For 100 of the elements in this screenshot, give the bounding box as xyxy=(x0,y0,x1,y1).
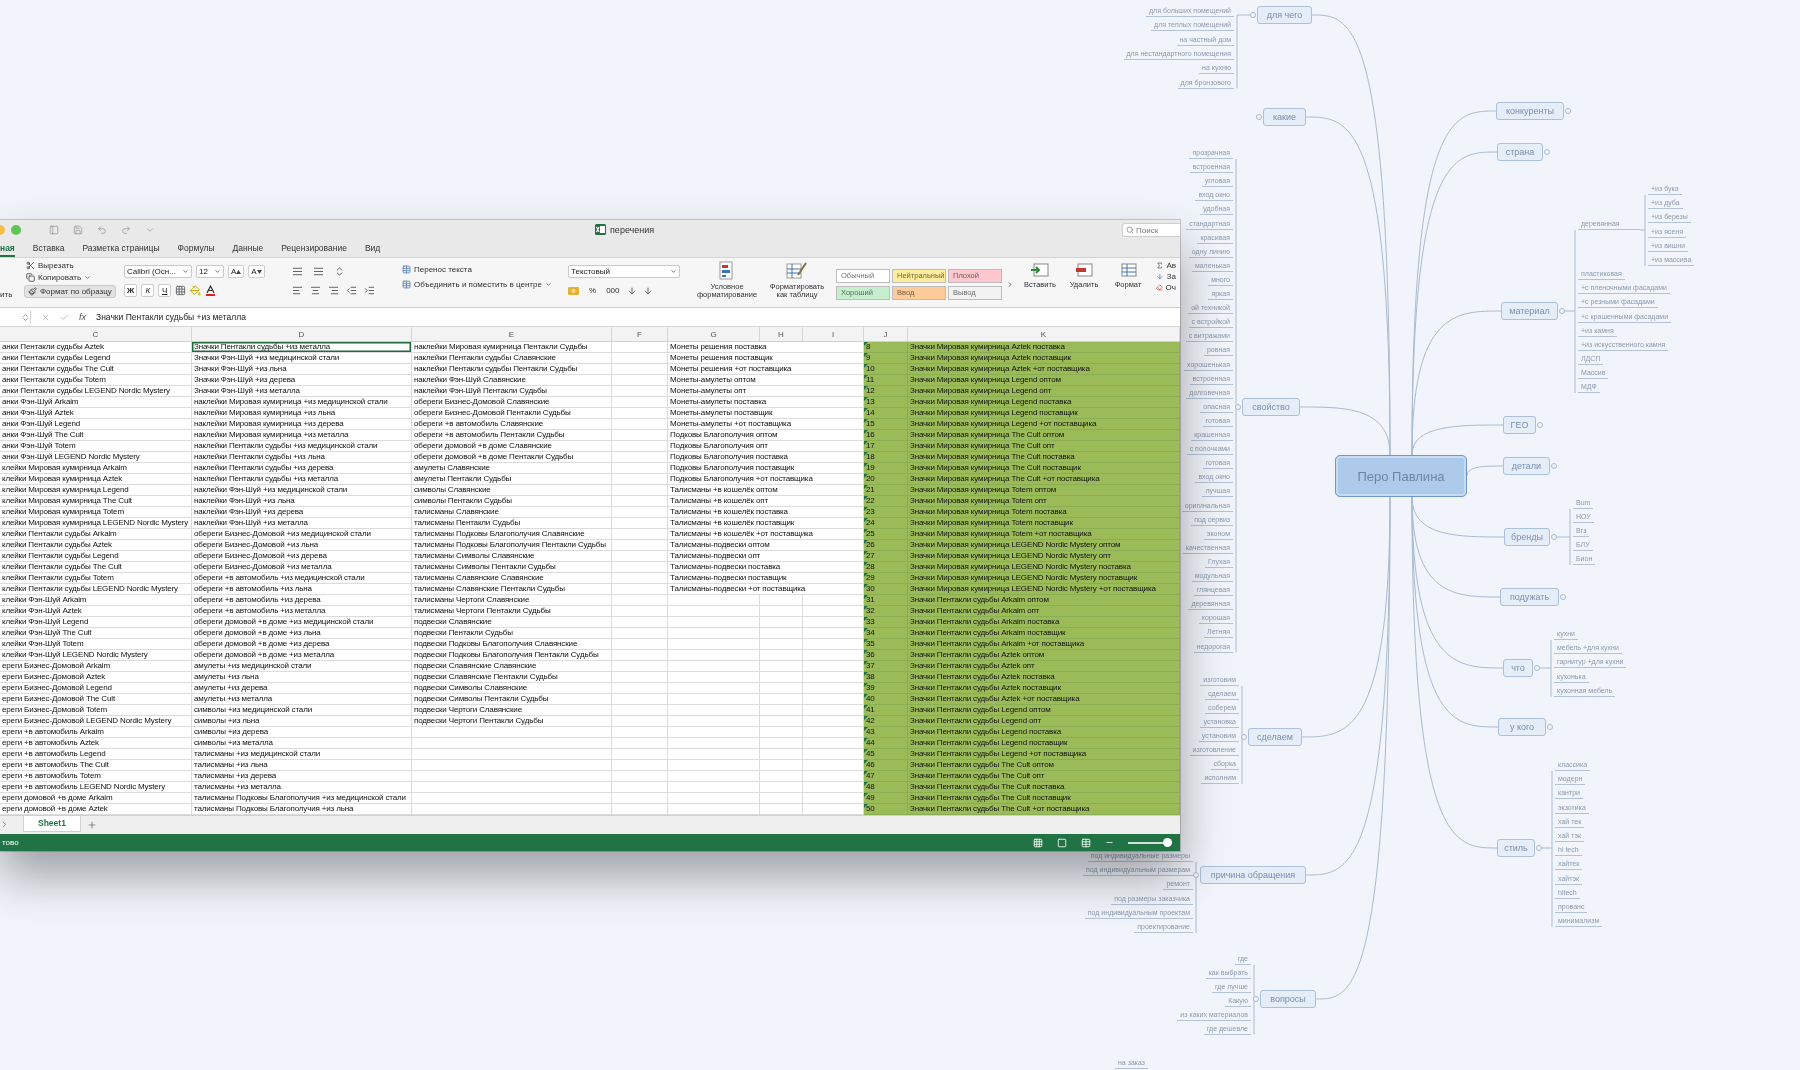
outdent-icon[interactable] xyxy=(346,285,357,296)
fill-color-icon[interactable] xyxy=(190,285,202,296)
topic-node[interactable]: стиль xyxy=(1497,839,1535,857)
column-header[interactable]: D xyxy=(192,327,412,341)
sheet-tab[interactable]: Sheet1 xyxy=(23,816,81,832)
formula-field[interactable]: Значки Пентакли судьбы +из металла xyxy=(96,312,246,322)
column-header[interactable]: H xyxy=(760,327,803,341)
currency-icon[interactable] xyxy=(568,285,581,296)
editing-button[interactable]: За xyxy=(1154,272,1178,281)
save-icon[interactable] xyxy=(73,225,83,235)
add-sheet-icon[interactable] xyxy=(86,820,97,830)
normal-view-icon[interactable] xyxy=(1033,837,1043,848)
topic-node[interactable]: ГЕО xyxy=(1503,416,1536,434)
shrink-font-button[interactable]: A xyxy=(248,265,265,278)
sidebar-icon[interactable] xyxy=(49,225,59,235)
collapse-toggle[interactable] xyxy=(1547,724,1553,730)
format-painter-button[interactable]: Формат по образцу xyxy=(24,285,116,298)
topic-node[interactable]: что xyxy=(1503,659,1533,677)
paste-button[interactable]: ить xyxy=(0,290,16,299)
italic-button[interactable]: К xyxy=(141,284,155,297)
topic-node[interactable]: для чего xyxy=(1257,6,1312,24)
collapse-toggle[interactable] xyxy=(1559,308,1565,314)
grow-font-button[interactable]: A xyxy=(228,265,245,278)
column-header[interactable]: G xyxy=(668,327,760,341)
search-field[interactable]: Поиск xyxy=(1122,223,1180,237)
cancel-icon[interactable] xyxy=(41,312,50,322)
topic-node[interactable]: подужать xyxy=(1500,588,1559,606)
collapse-toggle[interactable] xyxy=(1241,734,1247,740)
font-color-icon[interactable] xyxy=(205,285,217,296)
wrap-text-button[interactable]: Перенос текста xyxy=(400,265,560,274)
font-name-field[interactable]: Calibri (Осн... xyxy=(124,265,192,278)
ribbon-tab[interactable]: Рецензирование xyxy=(281,240,347,257)
borders-icon[interactable] xyxy=(175,285,187,296)
collapse-toggle[interactable] xyxy=(1537,422,1543,428)
collapse-toggle[interactable] xyxy=(1536,845,1542,851)
collapse-toggle[interactable] xyxy=(1551,534,1557,540)
collapse-toggle[interactable] xyxy=(1551,463,1557,469)
number-format-field[interactable]: Текстовый xyxy=(568,265,680,278)
topic-node[interactable]: бренды xyxy=(1504,528,1550,546)
topic-node[interactable]: конкуренты xyxy=(1496,102,1564,120)
topic-node[interactable]: у кого xyxy=(1498,718,1546,736)
indent-icon[interactable] xyxy=(364,285,375,296)
editing-button[interactable]: Ав xyxy=(1154,261,1178,270)
topic-node[interactable]: вопросы xyxy=(1260,990,1316,1008)
thousands-button[interactable]: 000 xyxy=(604,286,622,295)
align-center-icon[interactable] xyxy=(310,285,321,296)
page-break-icon[interactable] xyxy=(1081,837,1091,848)
collapse-toggle[interactable] xyxy=(1256,114,1262,120)
collapse-toggle[interactable] xyxy=(1544,149,1550,155)
column-header[interactable]: E xyxy=(412,327,612,341)
function-button[interactable]: fx xyxy=(79,312,86,322)
collapse-toggle[interactable] xyxy=(1250,12,1256,18)
underline-button[interactable]: Ч xyxy=(158,284,172,297)
bold-button[interactable]: Ж xyxy=(124,284,138,297)
align-top-icon[interactable] xyxy=(292,266,303,277)
topic-node[interactable]: страна xyxy=(1497,143,1543,161)
ribbon-tab[interactable]: Данные xyxy=(232,240,264,257)
enter-icon[interactable] xyxy=(60,312,69,322)
zoom-button[interactable] xyxy=(11,225,21,235)
align-right-icon[interactable] xyxy=(328,285,339,296)
column-header[interactable]: C xyxy=(0,327,192,341)
ribbon-tab[interactable]: ная xyxy=(0,240,15,257)
topic-node[interactable]: причина обращения xyxy=(1200,866,1306,884)
merge-center-button[interactable]: Объединить и поместить в центре xyxy=(400,280,560,289)
cut-button[interactable]: Вырезать xyxy=(24,261,116,270)
topic-node[interactable]: свойство xyxy=(1242,398,1300,416)
topic-node[interactable]: какие xyxy=(1263,108,1306,126)
column-header[interactable]: F xyxy=(612,327,668,341)
collapse-toggle[interactable] xyxy=(1193,872,1199,878)
column-header[interactable]: K xyxy=(908,327,1180,341)
ribbon-tab[interactable]: Вставка xyxy=(32,240,65,257)
align-left-icon[interactable] xyxy=(292,285,303,296)
topic-node[interactable]: детали xyxy=(1503,457,1550,475)
undo-icon[interactable] xyxy=(97,225,107,235)
column-header[interactable]: J xyxy=(864,327,908,341)
central-topic[interactable]: Перо Павлина xyxy=(1335,455,1467,497)
ribbon-tab[interactable]: Разметка страницы xyxy=(82,240,160,257)
collapse-toggle[interactable] xyxy=(1235,404,1241,410)
collapse-toggle[interactable] xyxy=(1534,665,1540,671)
collapse-toggle[interactable] xyxy=(1560,594,1566,600)
page-layout-icon[interactable] xyxy=(1057,837,1067,848)
ribbon-tab[interactable]: Вид xyxy=(364,240,381,257)
copy-button[interactable]: Копировать xyxy=(24,273,116,282)
increase-decimal-icon[interactable] xyxy=(627,285,638,296)
font-size-field[interactable]: 12 xyxy=(196,265,224,278)
percent-button[interactable]: % xyxy=(587,286,599,295)
column-header[interactable]: I xyxy=(803,327,864,341)
caret-icon[interactable] xyxy=(145,225,155,235)
text-orientation-icon[interactable] xyxy=(334,266,345,277)
editing-button[interactable]: Оч xyxy=(1154,283,1178,292)
zoom-thumb[interactable] xyxy=(1163,838,1173,847)
more-styles-icon[interactable] xyxy=(1006,279,1014,289)
ribbon-tab[interactable]: Формулы xyxy=(177,240,215,257)
collapse-toggle[interactable] xyxy=(1565,108,1571,114)
redo-icon[interactable] xyxy=(121,225,131,235)
align-middle-icon[interactable] xyxy=(313,266,324,277)
topic-node[interactable]: сделаем xyxy=(1248,728,1302,746)
collapse-toggle[interactable] xyxy=(1253,996,1259,1002)
topic-node[interactable]: материал xyxy=(1501,302,1558,320)
scroll-sheets-icon[interactable] xyxy=(0,820,9,829)
